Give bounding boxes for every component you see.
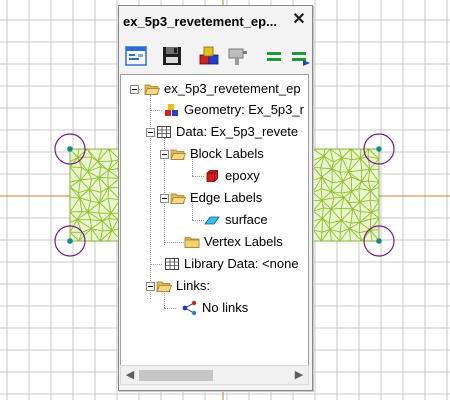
expander-data[interactable] (146, 128, 155, 137)
mesh-edge (320, 177, 323, 189)
project-explorer-panel: ex_5p3_revetement_ep... ✕ ex_5p3_revetem… (118, 5, 313, 391)
mesh-block-right (312, 148, 380, 242)
equal-arrow-icon[interactable] (288, 44, 312, 68)
mesh-edge (370, 229, 380, 231)
mesh-edge (312, 199, 323, 202)
table-icon (157, 126, 171, 138)
table-icon (165, 258, 179, 270)
scroll-thumb[interactable] (139, 370, 213, 381)
tree-label-links: Links: (176, 278, 210, 293)
tree-label-data: Data: Ex_5p3_revete (176, 124, 299, 139)
scroll-left-icon[interactable]: ◀ (124, 369, 136, 381)
equal-icon[interactable] (262, 44, 286, 68)
open-folder-icon (170, 149, 186, 160)
tree-label-surface: surface (225, 212, 268, 227)
materials-icon[interactable] (197, 44, 221, 68)
tree-label-root: ex_5p3_revetement_ep (164, 81, 301, 96)
tree-label-edge-labels: Edge Labels (190, 190, 263, 205)
mesh-edge (359, 202, 361, 212)
expander-root[interactable] (130, 85, 139, 94)
panel-title: ex_5p3_revetement_ep... (123, 14, 277, 29)
surface-icon (204, 216, 220, 225)
vertex-dot (376, 238, 382, 244)
mesh-edge (331, 207, 342, 210)
vertex-dot (376, 146, 382, 152)
scroll-right-icon[interactable]: ▶ (293, 369, 305, 381)
open-folder-icon (144, 84, 160, 95)
mesh-edge (102, 229, 112, 232)
link-node-icon (182, 300, 197, 316)
expander-edge-labels[interactable] (160, 194, 169, 203)
expander-links[interactable] (146, 282, 155, 291)
expander-block-labels[interactable] (160, 150, 169, 159)
closed-folder-icon (184, 237, 200, 248)
panel-titlebar[interactable]: ex_5p3_revetement_ep... ✕ (119, 6, 312, 36)
open-folder-icon (170, 193, 186, 204)
close-icon[interactable]: ✕ (291, 11, 307, 29)
tree-label-vertex-labels: Vertex Labels (204, 234, 283, 249)
tree-label-library-data: Library Data: <none (184, 256, 299, 271)
vertex-dot (67, 238, 73, 244)
horizontal-scrollbar[interactable]: ◀ ▶ (120, 365, 309, 385)
vertex-dot (67, 146, 73, 152)
geometry-icon (165, 104, 178, 116)
tree-label-geometry: Geometry: Ex_5p3_r (184, 102, 304, 117)
open-folder-icon (156, 281, 172, 292)
mesh-edge (359, 211, 361, 223)
tree-label-no-links: No links (202, 300, 249, 315)
save-icon[interactable] (160, 44, 184, 68)
tools-icon[interactable] (226, 44, 250, 68)
tree-label-block-labels: Block Labels (190, 146, 264, 161)
mesh-edge (107, 170, 109, 178)
panel-toolbar (119, 39, 312, 73)
project-tree[interactable]: ex_5p3_revetement_ep Geometry: Ex_5p3_r … (120, 74, 309, 366)
red-cube-icon (206, 170, 218, 182)
tree-label-epoxy: epoxy (225, 168, 260, 183)
properties-icon[interactable] (124, 44, 148, 68)
mesh-edge (107, 177, 109, 188)
